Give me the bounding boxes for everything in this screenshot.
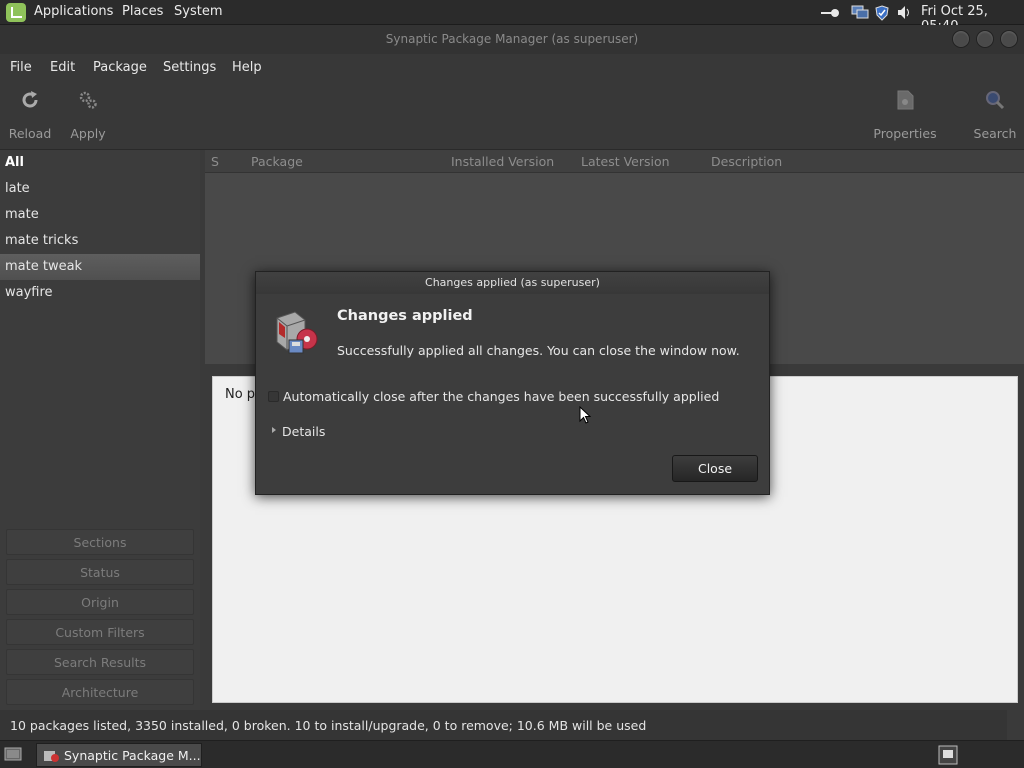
menu-file[interactable]: File (10, 60, 32, 75)
origin-button[interactable]: Origin (6, 589, 194, 615)
places-menu[interactable]: Places (122, 4, 163, 19)
filter-mate-tricks[interactable]: mate tricks (0, 228, 200, 254)
description-text: No p (225, 387, 256, 402)
column-latest-version[interactable]: Latest Version (581, 154, 670, 169)
properties-button[interactable]: Properties (872, 88, 938, 141)
menu-help[interactable]: Help (232, 60, 262, 75)
search-results-button[interactable]: Search Results (6, 649, 194, 675)
filter-all[interactable]: All (0, 150, 200, 176)
details-expander[interactable]: Details (282, 424, 325, 439)
auto-close-checkbox[interactable] (268, 391, 279, 402)
apply-gears-icon (79, 91, 97, 109)
volume-icon[interactable] (897, 5, 913, 20)
applications-menu[interactable]: Applications (34, 4, 113, 19)
filter-wayfire[interactable]: wayfire (0, 280, 200, 306)
dialog-heading: Changes applied (337, 308, 473, 324)
status-button[interactable]: Status (6, 559, 194, 585)
column-package[interactable]: Package (251, 154, 303, 169)
close-window-button[interactable] (1000, 30, 1018, 48)
top-panel: Applications Places System Fri Oct 25, 0… (0, 0, 1024, 34)
properties-label: Properties (873, 126, 937, 141)
status-text: 10 packages listed, 3350 installed, 0 br… (10, 718, 647, 733)
properties-icon (897, 90, 914, 110)
sections-button[interactable]: Sections (6, 529, 194, 555)
menu-edit[interactable]: Edit (50, 60, 75, 75)
reload-icon (22, 91, 38, 108)
filter-sidebar: All late mate mate tricks mate tweak way… (0, 150, 200, 710)
apply-button[interactable]: Apply (68, 88, 108, 141)
minimize-button[interactable] (952, 30, 970, 48)
mouse-cursor-icon (579, 406, 591, 424)
architecture-button[interactable]: Architecture (6, 679, 194, 705)
reload-label: Reload (8, 126, 52, 141)
menu-package[interactable]: Package (93, 60, 147, 75)
filter-late[interactable]: late (0, 176, 200, 202)
key-icon[interactable] (820, 8, 840, 18)
custom-filters-button[interactable]: Custom Filters (6, 619, 194, 645)
column-installed-version[interactable]: Installed Version (451, 154, 554, 169)
auto-close-checkbox-label[interactable]: Automatically close after the changes ha… (283, 389, 719, 404)
taskbar-synaptic-task[interactable]: Synaptic Package M... (36, 743, 202, 767)
workspace-switcher-icon[interactable] (938, 745, 958, 765)
window-title-bar[interactable]: Synaptic Package Manager (as superuser) (0, 25, 1024, 54)
shield-icon[interactable] (875, 5, 889, 21)
menu-settings[interactable]: Settings (163, 60, 216, 75)
network-icon[interactable] (851, 5, 869, 20)
details-expander-arrow-icon[interactable] (272, 427, 276, 433)
maximize-button[interactable] (976, 30, 994, 48)
apply-label: Apply (70, 126, 106, 141)
taskbar-task-label: Synaptic Package M... (64, 748, 201, 763)
filter-mate-tweak[interactable]: mate tweak (0, 254, 200, 280)
column-description[interactable]: Description (711, 154, 782, 169)
changes-applied-dialog: Changes applied (as superuser) Changes a… (255, 271, 770, 495)
bottom-panel: Synaptic Package M... (0, 740, 1024, 768)
menubar: File Edit Package Settings Help (0, 54, 1024, 82)
search-icon (986, 91, 1005, 110)
dialog-title[interactable]: Changes applied (as superuser) (256, 272, 769, 294)
search-label: Search (973, 126, 1017, 141)
statusbar: 10 packages listed, 3350 installed, 0 br… (0, 710, 1007, 740)
system-menu[interactable]: System (174, 4, 222, 19)
column-status[interactable]: S (211, 154, 219, 169)
toolbar: Reload Apply Properties Search (0, 82, 1024, 150)
dialog-message: Successfully applied all changes. You ca… (337, 343, 740, 358)
mint-menu-icon[interactable] (6, 3, 26, 22)
filter-mate[interactable]: mate (0, 202, 200, 228)
package-list-header: S Package Installed Version Latest Versi… (205, 150, 1024, 173)
reload-button[interactable]: Reload (8, 88, 52, 141)
show-desktop-icon[interactable] (4, 745, 22, 763)
synaptic-task-icon (44, 751, 59, 762)
close-button[interactable]: Close (672, 455, 758, 482)
search-button[interactable]: Search (972, 88, 1018, 141)
window-title: Synaptic Package Manager (as superuser) (385, 32, 639, 46)
package-applied-icon (276, 311, 318, 354)
